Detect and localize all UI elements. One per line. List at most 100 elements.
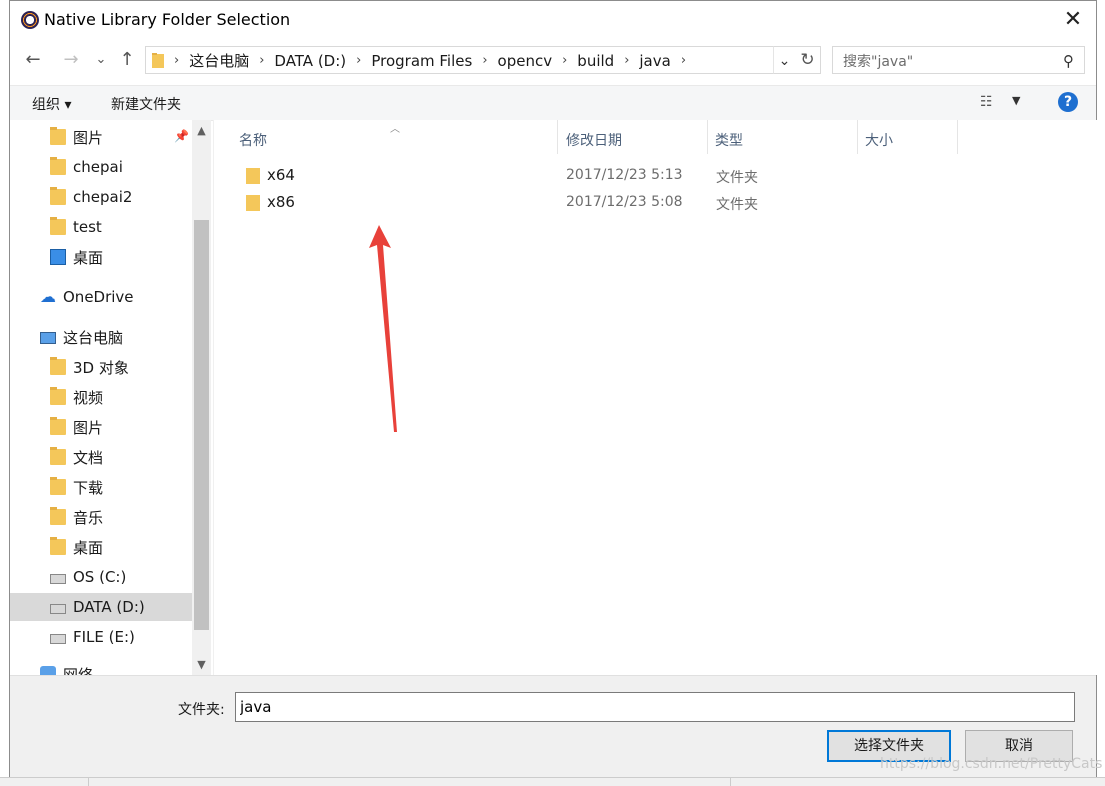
- network-icon: [40, 666, 56, 675]
- sidebar-item-label: chepai: [73, 158, 123, 176]
- scrollbar-thumb[interactable]: [194, 220, 209, 630]
- forward-button[interactable]: →: [60, 49, 82, 71]
- column-divider[interactable]: [707, 120, 708, 154]
- sidebar-item-chepai2[interactable]: chepai2: [50, 183, 132, 211]
- folder-name-input[interactable]: [235, 692, 1075, 722]
- organize-button[interactable]: 组织 ▾: [32, 94, 71, 114]
- folder-selection-dialog: Native Library Folder Selection ✕ ← → ⌄ …: [9, 0, 1102, 778]
- scroll-down-icon[interactable]: ▼: [192, 658, 211, 671]
- folder-icon: [246, 168, 260, 184]
- chevron-right-icon[interactable]: ›: [558, 53, 571, 68]
- column-header-name[interactable]: 名称: [239, 130, 267, 150]
- folder-icon: [246, 195, 260, 211]
- breadcrumb-item[interactable]: DATA (D:): [268, 52, 352, 70]
- chevron-right-icon[interactable]: ›: [677, 53, 690, 68]
- sidebar-item-pictures-pinned[interactable]: 图片: [50, 123, 103, 151]
- up-button[interactable]: ↑: [116, 49, 138, 71]
- file-row[interactable]: x86 2017/12/23 5:08 文件夹: [214, 190, 1098, 216]
- folder-icon: [50, 157, 66, 175]
- chevron-right-icon[interactable]: ›: [170, 53, 183, 68]
- sidebar-item-3d-objects[interactable]: 3D 对象: [50, 353, 129, 381]
- music-icon: [50, 507, 66, 525]
- view-options-icon[interactable]: ☷: [980, 94, 993, 110]
- file-type: 文件夹: [716, 170, 758, 186]
- sidebar-item-test[interactable]: test: [50, 213, 102, 241]
- search-icon[interactable]: ⚲: [1063, 52, 1074, 70]
- sidebar-item-drive-c[interactable]: OS (C:): [50, 563, 126, 591]
- recent-locations-button[interactable]: ⌄: [90, 49, 112, 71]
- navigation-scrollbar[interactable]: ▲ ▼: [192, 120, 211, 675]
- chevron-down-icon[interactable]: ▼: [1012, 94, 1020, 107]
- chevron-right-icon[interactable]: ›: [255, 53, 268, 68]
- desktop-icon: [50, 249, 66, 265]
- breadcrumb-item[interactable]: java: [633, 52, 676, 70]
- sidebar-item-chepai[interactable]: chepai: [50, 153, 123, 181]
- sidebar-item-label: 网络: [63, 665, 94, 676]
- close-button[interactable]: ✕: [1050, 1, 1096, 39]
- drive-icon: [50, 604, 66, 614]
- column-header-size[interactable]: 大小: [865, 130, 893, 150]
- sidebar-item-music[interactable]: 音乐: [50, 503, 103, 531]
- column-header-type[interactable]: 类型: [715, 130, 743, 150]
- sidebar-item-label: OS (C:): [73, 568, 127, 586]
- breadcrumb-item[interactable]: opencv: [492, 52, 559, 70]
- file-list: ︿ 名称 修改日期 类型 大小 x64 2017/12/23 5:13 文件夹 …: [213, 120, 1098, 675]
- pictures-icon: [50, 417, 66, 435]
- sidebar-item-desktop[interactable]: 桌面: [50, 533, 103, 561]
- chevron-right-icon[interactable]: ›: [478, 53, 491, 68]
- folder-icon: [50, 187, 66, 205]
- folder-field-label: 文件夹:: [178, 702, 225, 718]
- breadcrumb-item[interactable]: 这台电脑: [183, 50, 255, 71]
- sidebar-item-network[interactable]: 网络: [40, 660, 93, 675]
- title-bar: Native Library Folder Selection ✕: [10, 1, 1096, 39]
- breadcrumb-item[interactable]: Program Files: [365, 52, 478, 70]
- navigation-pane: 图片 📌 chepai chepai2 test 桌面 ☁ OneDrive 这…: [10, 120, 210, 675]
- file-name: x64: [267, 166, 295, 184]
- red-arrow-annotation: [369, 225, 397, 432]
- refresh-button[interactable]: ↻: [795, 46, 821, 74]
- file-row[interactable]: x64 2017/12/23 5:13 文件夹: [214, 163, 1098, 189]
- sidebar-item-label: 下载: [73, 478, 104, 497]
- documents-icon: [50, 447, 66, 465]
- sidebar-item-documents[interactable]: 文档: [50, 443, 103, 471]
- new-folder-button[interactable]: 新建文件夹: [111, 94, 181, 114]
- scroll-up-icon[interactable]: ▲: [192, 124, 211, 137]
- eclipse-icon: [21, 11, 39, 29]
- sidebar-item-onedrive[interactable]: ☁ OneDrive: [40, 283, 134, 311]
- sidebar-item-pictures[interactable]: 图片: [50, 413, 103, 441]
- sidebar-item-drive-d[interactable]: DATA (D:): [10, 593, 192, 621]
- drive-icon: [50, 634, 66, 644]
- address-bar[interactable]: › 这台电脑 › DATA (D:) › Program Files › ope…: [145, 46, 795, 74]
- sort-ascending-icon: ︿: [390, 124, 400, 135]
- sidebar-item-downloads[interactable]: 下载: [50, 473, 103, 501]
- sidebar-item-label: 视频: [73, 388, 104, 407]
- chevron-right-icon[interactable]: ›: [620, 53, 633, 68]
- folder-icon: [50, 217, 66, 235]
- help-button[interactable]: ?: [1058, 92, 1078, 112]
- column-divider[interactable]: [857, 120, 858, 154]
- sidebar-item-desktop-quick[interactable]: 桌面: [50, 243, 103, 271]
- command-bar: 组织 ▾ 新建文件夹 ☷ ▼ ?: [10, 85, 1096, 121]
- footer-panel: 文件夹: 选择文件夹 取消 https://blog.csdn.net/Pret…: [10, 675, 1102, 778]
- back-button[interactable]: ←: [22, 49, 44, 71]
- column-divider[interactable]: [557, 120, 558, 154]
- sidebar-item-label: 这台电脑: [63, 328, 124, 347]
- sidebar-item-this-pc[interactable]: 这台电脑: [40, 323, 123, 351]
- computer-icon: [40, 332, 56, 344]
- sidebar-item-label: DATA (D:): [73, 598, 145, 616]
- file-modified: 2017/12/23 5:13: [566, 167, 683, 183]
- desktop-icon: [50, 537, 66, 555]
- file-name: x86: [267, 193, 295, 211]
- column-header-modified[interactable]: 修改日期: [566, 130, 622, 150]
- search-input[interactable]: [841, 51, 1055, 73]
- column-divider[interactable]: [957, 120, 958, 154]
- sidebar-item-label: 文档: [73, 448, 104, 467]
- pin-icon[interactable]: 📌: [174, 129, 189, 143]
- address-dropdown-button[interactable]: ⌄: [773, 46, 795, 74]
- sidebar-item-videos[interactable]: 视频: [50, 383, 103, 411]
- breadcrumb-item[interactable]: build: [571, 52, 620, 70]
- search-box[interactable]: ⚲: [832, 46, 1085, 74]
- chevron-right-icon[interactable]: ›: [352, 53, 365, 68]
- sidebar-item-drive-e[interactable]: FILE (E:): [50, 623, 135, 651]
- folder-icon: [152, 53, 164, 68]
